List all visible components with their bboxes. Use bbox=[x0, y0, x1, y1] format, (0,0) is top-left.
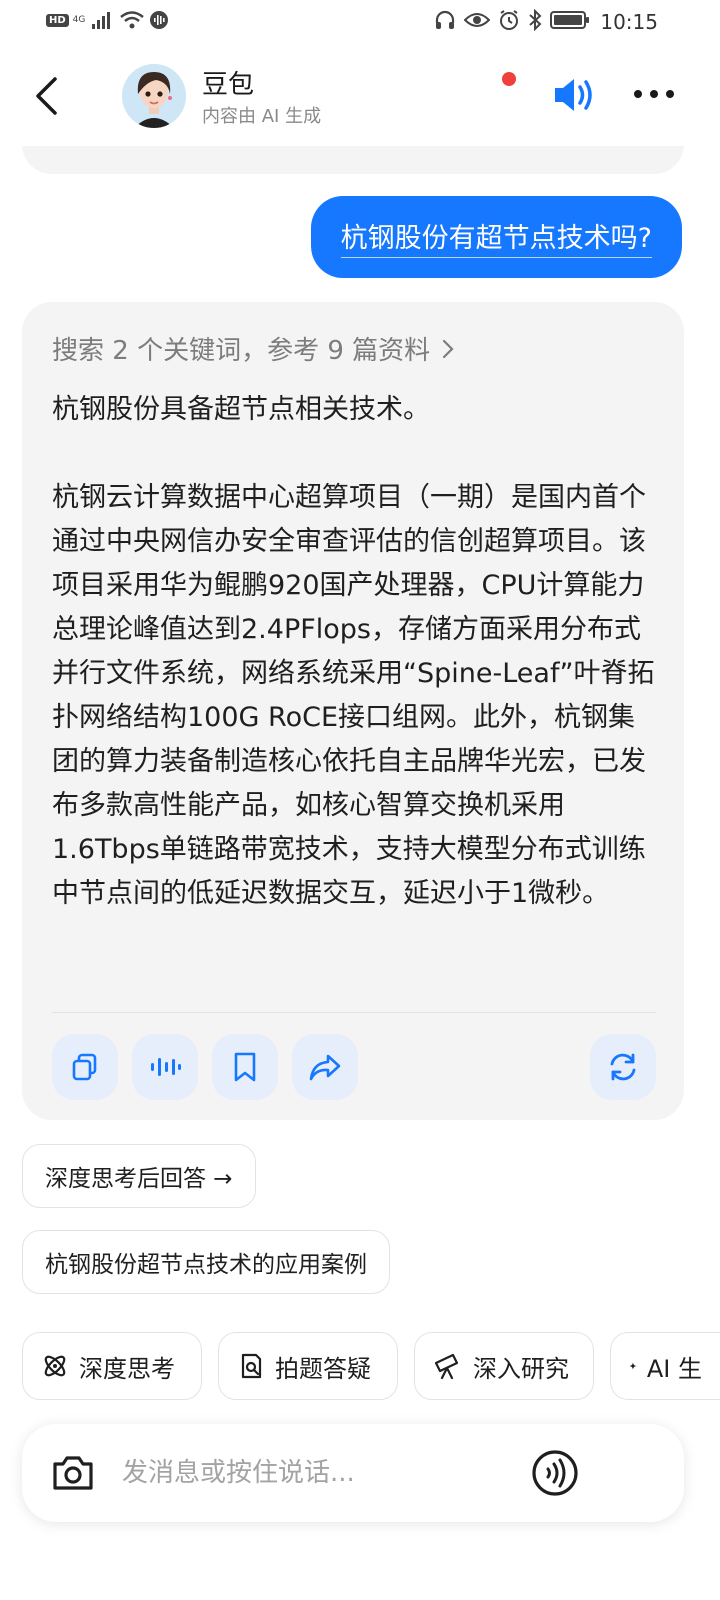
regenerate-icon bbox=[610, 1053, 636, 1081]
regenerate-button[interactable] bbox=[590, 1034, 656, 1100]
chevron-left-icon bbox=[36, 77, 57, 115]
read-aloud-button[interactable] bbox=[132, 1034, 198, 1100]
bot-avatar[interactable] bbox=[122, 64, 186, 128]
tool-deep-think[interactable]: 深度思考 bbox=[22, 1332, 202, 1400]
followup-suggestion-chip[interactable]: 杭钢股份超节点技术的应用案例 bbox=[22, 1230, 390, 1294]
camera-icon bbox=[53, 1456, 93, 1490]
telescope-icon bbox=[434, 1353, 459, 1380]
bluetooth-icon bbox=[529, 9, 542, 31]
avatar-girl-icon bbox=[122, 64, 186, 128]
answer-paragraph: 杭钢股份具备超节点相关技术。 bbox=[52, 394, 430, 425]
atom-icon bbox=[44, 1355, 66, 1377]
more-dot-icon bbox=[650, 90, 658, 98]
divider bbox=[52, 1012, 656, 1013]
share-button[interactable] bbox=[292, 1034, 358, 1100]
answer-actions bbox=[52, 1034, 656, 1100]
speaker-icon bbox=[555, 79, 592, 111]
back-button[interactable] bbox=[30, 74, 62, 118]
voice-input-icon bbox=[532, 1450, 578, 1496]
battery-icon bbox=[550, 11, 589, 29]
search-references-text: 搜索 2 个关键词，参考 9 篇资料 bbox=[52, 336, 431, 366]
more-dot-icon bbox=[666, 90, 674, 98]
signal-icon bbox=[91, 12, 110, 29]
chat-header: 豆包 内容由 AI 生成 bbox=[0, 56, 720, 146]
answer-body: 杭钢股份具备超节点相关技术。 杭钢云计算数据中心超算项目（一期）是国内首个通过中… bbox=[52, 388, 662, 916]
share-icon bbox=[309, 1054, 341, 1081]
alarm-icon bbox=[500, 10, 518, 30]
bookmark-button[interactable] bbox=[212, 1034, 278, 1100]
status-bar: HD 4G 10:15 bbox=[0, 0, 720, 46]
voice-input-button[interactable] bbox=[530, 1448, 580, 1498]
status-time: 10:15 bbox=[600, 10, 658, 34]
more-options-button[interactable] bbox=[634, 84, 674, 104]
answer-card: 搜索 2 个关键词，参考 9 篇资料 杭钢股份具备超节点相关技术。 杭钢云计算数… bbox=[22, 302, 684, 1120]
headphones-icon bbox=[435, 10, 455, 29]
more-dot-icon bbox=[634, 90, 642, 98]
tool-photo-question[interactable]: 拍题答疑 bbox=[218, 1332, 398, 1400]
status-right bbox=[434, 9, 590, 31]
status-left: HD 4G bbox=[46, 10, 169, 30]
eye-icon bbox=[464, 13, 490, 27]
bookmark-icon bbox=[234, 1052, 256, 1082]
tool-label: 深入研究 bbox=[473, 1354, 569, 1383]
user-message-bubble[interactable]: 杭钢股份有超节点技术吗? bbox=[310, 196, 682, 278]
bot-name: 豆包 bbox=[202, 70, 255, 100]
answer-paragraph: 杭钢云计算数据中心超算项目（一期）是国内首个通过中央网信办安全审查评估的信创超算… bbox=[52, 482, 655, 909]
message-input-bar bbox=[22, 1424, 684, 1522]
tool-label: 深度思考 bbox=[79, 1354, 175, 1383]
message-input[interactable] bbox=[122, 1448, 512, 1498]
camera-button[interactable] bbox=[48, 1448, 98, 1498]
deep-think-answer-chip[interactable]: 深度思考后回答 → bbox=[22, 1144, 256, 1208]
notification-dot bbox=[502, 72, 516, 86]
wifi-icon bbox=[119, 11, 144, 29]
network-type: 4G bbox=[72, 14, 86, 25]
hd-badge: HD bbox=[46, 13, 69, 27]
chevron-right-icon bbox=[443, 339, 454, 358]
user-message-text: 杭钢股份有超节点技术吗? bbox=[340, 216, 652, 258]
tool-deep-research[interactable]: 深入研究 bbox=[414, 1332, 594, 1400]
followup-suggestion-label: 杭钢股份超节点技术的应用案例 bbox=[45, 1252, 367, 1278]
sparkle-icon bbox=[629, 1362, 637, 1370]
search-references-link[interactable]: 搜索 2 个关键词，参考 9 篇资料 bbox=[52, 330, 456, 367]
ai-disclaimer: 内容由 AI 生成 bbox=[202, 106, 322, 127]
copy-button[interactable] bbox=[52, 1034, 118, 1100]
photo-question-icon bbox=[241, 1353, 262, 1379]
tool-label: AI 生 bbox=[646, 1354, 702, 1383]
voice-wave-icon bbox=[149, 11, 168, 29]
copy-icon bbox=[72, 1053, 97, 1081]
speaker-button[interactable] bbox=[552, 74, 598, 116]
tool-ai-create[interactable]: AI 生 bbox=[610, 1332, 720, 1400]
read-aloud-icon bbox=[151, 1058, 181, 1076]
tool-label: 拍题答疑 bbox=[275, 1354, 371, 1383]
deep-think-answer-label: 深度思考后回答 → bbox=[45, 1166, 233, 1192]
